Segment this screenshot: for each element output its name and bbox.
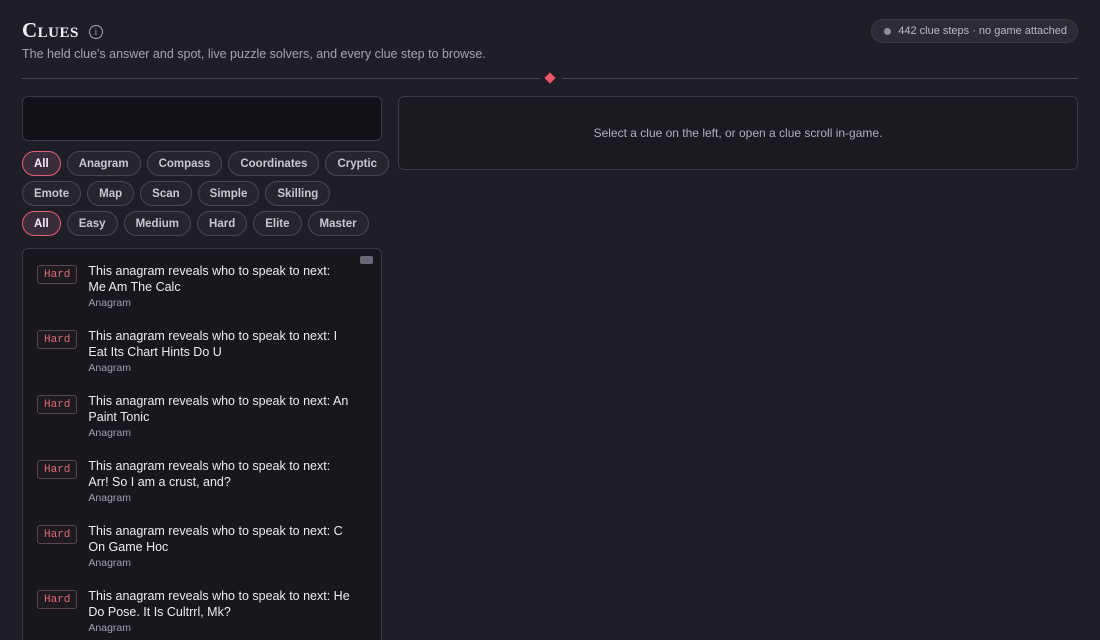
clue-text: This anagram reveals who to speak to nex… [88, 329, 338, 359]
tier-badge: Hard [37, 525, 78, 544]
clue-text: This anagram reveals who to speak to nex… [88, 524, 343, 554]
clue-list-item[interactable]: Hard This anagram reveals who to speak t… [37, 393, 357, 439]
clues-page: Clues i The held clue's answer and spot,… [0, 0, 1100, 640]
status-badge: 442 clue steps · no game attached [871, 19, 1078, 43]
clue-detail-panel: Select a clue on the left, or open a clu… [398, 96, 1078, 170]
tier-badge: Hard [37, 460, 78, 479]
type-filter-scan[interactable]: Scan [140, 181, 192, 206]
detail-empty-message: Select a clue on the left, or open a clu… [593, 126, 883, 140]
clue-text: This anagram reveals who to speak to nex… [88, 589, 350, 619]
clue-type: Anagram [88, 362, 132, 374]
diamond-icon [544, 72, 556, 84]
tier-badge: Hard [37, 395, 78, 414]
tier-filter-row: All Easy Medium Hard Elite Master [22, 211, 369, 236]
type-filter-simple[interactable]: Simple [197, 181, 260, 206]
type-filter-map[interactable]: Map [87, 181, 135, 206]
clue-list-item[interactable]: Hard This anagram reveals who to speak t… [37, 328, 357, 374]
clue-text: This anagram reveals who to speak to nex… [88, 459, 331, 489]
clue-list-item[interactable]: Hard This anagram reveals who to speak t… [37, 458, 357, 504]
title-row: Clues i [22, 18, 103, 43]
type-filter-anagram[interactable]: Anagram [66, 151, 141, 176]
divider-line-left [22, 78, 540, 79]
type-filter-row-1: All Anagram Compass Coordinates Cryptic [22, 151, 390, 176]
tier-filter-master[interactable]: Master [307, 211, 369, 236]
type-filter-all[interactable]: All [22, 151, 61, 176]
tier-filter-all[interactable]: All [22, 211, 61, 236]
type-filter-compass[interactable]: Compass [146, 151, 223, 176]
tier-filter-medium[interactable]: Medium [123, 211, 192, 236]
type-filter-row-2: Emote Map Scan Simple Skilling [22, 181, 331, 206]
status-dot-icon [884, 27, 892, 35]
clue-list-item[interactable]: Hard This anagram reveals who to speak t… [37, 263, 357, 309]
clue-type: Anagram [88, 492, 132, 504]
tier-filter-elite[interactable]: Elite [253, 211, 302, 236]
tier-badge: Hard [37, 590, 78, 609]
divider-line-right [562, 78, 1078, 79]
clue-list-item[interactable]: Hard This anagram reveals who to speak t… [37, 523, 357, 569]
type-filter-skilling[interactable]: Skilling [265, 181, 331, 206]
clue-type: Anagram [88, 427, 132, 439]
type-filter-cryptic[interactable]: Cryptic [325, 151, 390, 176]
clue-type: Anagram [88, 557, 132, 569]
clue-list-item[interactable]: Hard This anagram reveals who to speak t… [37, 588, 357, 634]
clue-type: Anagram [88, 622, 132, 634]
tier-badge: Hard [37, 330, 78, 349]
clue-type: Anagram [88, 297, 132, 309]
clue-text: This anagram reveals who to speak to nex… [88, 264, 331, 294]
header-divider [22, 72, 1078, 84]
search-input[interactable] [22, 96, 382, 141]
page-subtitle: The held clue's answer and spot, live pu… [22, 47, 486, 61]
type-filter-emote[interactable]: Emote [22, 181, 82, 206]
info-icon[interactable]: i [88, 25, 103, 39]
scrollbar-thumb[interactable] [360, 256, 373, 264]
type-filter-coordinates[interactable]: Coordinates [228, 151, 320, 176]
page-title: Clues [22, 18, 79, 42]
status-text: 442 clue steps · no game attached [898, 25, 1067, 37]
clue-list[interactable]: Hard This anagram reveals who to speak t… [22, 248, 382, 640]
tier-filter-easy[interactable]: Easy [66, 211, 118, 236]
tier-filter-hard[interactable]: Hard [197, 211, 248, 236]
clue-text: This anagram reveals who to speak to nex… [88, 394, 349, 424]
tier-badge: Hard [37, 265, 78, 284]
